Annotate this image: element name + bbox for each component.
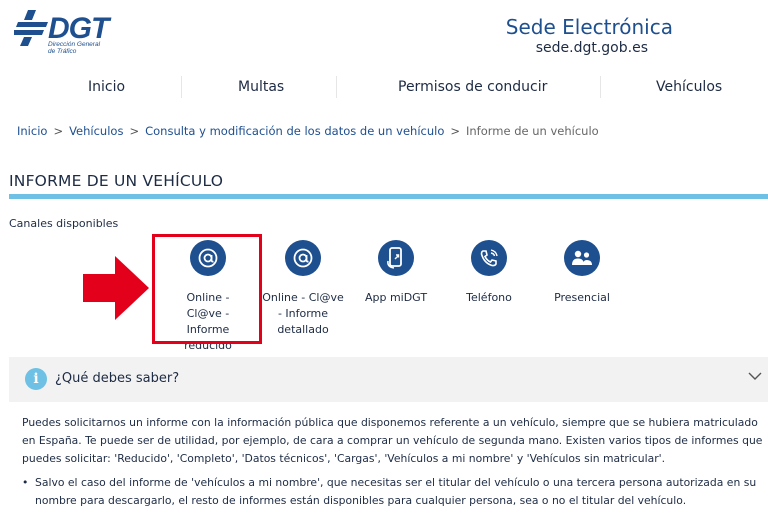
breadcrumb-current: Informe de un vehículo	[466, 124, 599, 138]
breadcrumb-consulta[interactable]: Consulta y modificación de los datos de …	[145, 124, 444, 138]
breadcrumb-separator: >	[450, 124, 460, 138]
channel-telefono[interactable]: Teléfono	[439, 240, 539, 306]
breadcrumb-inicio[interactable]: Inicio	[17, 124, 47, 138]
nav-item-vehiculos[interactable]: Vehículos	[656, 79, 722, 95]
phone-app-icon	[378, 240, 414, 276]
nav-divider	[181, 76, 182, 98]
dgt-logo-icon	[14, 10, 48, 46]
channel-app-midgt[interactable]: App miDGT	[346, 240, 446, 306]
info-icon: i	[25, 368, 47, 390]
intro-paragraph: Puedes solicitarnos un informe con la in…	[22, 416, 763, 465]
channel-presencial[interactable]: Presencial	[532, 240, 632, 306]
sede-title[interactable]: Sede Electrónica	[506, 15, 673, 39]
accordion-que-debes-saber[interactable]: i ¿Qué debes saber?	[9, 357, 768, 402]
people-icon	[564, 240, 600, 276]
breadcrumb-separator: >	[53, 124, 64, 138]
list-item: Salvo el caso del informe de 'vehículos …	[22, 474, 764, 510]
main-nav: Inicio Multas Permisos de conducir Vehíc…	[0, 74, 768, 102]
at-icon	[285, 240, 321, 276]
header: DGT Dirección General de Tráfico Sede El…	[0, 0, 768, 70]
channels-label: Canales disponibles	[9, 217, 119, 230]
nav-item-inicio[interactable]: Inicio	[88, 79, 125, 95]
nav-divider	[336, 76, 337, 98]
channel-label: Online - Cl@ve - Informe detallado	[262, 291, 344, 336]
logo-subtitle-line1: Dirección General	[48, 41, 101, 48]
accordion-title: ¿Qué debes saber?	[55, 371, 180, 386]
nav-item-multas[interactable]: Multas	[238, 79, 284, 95]
logo-subtitle-line2: de Tráfico	[48, 48, 77, 55]
chevron-down-icon[interactable]	[748, 371, 762, 381]
telephone-icon	[471, 240, 507, 276]
dgt-logo[interactable]	[14, 10, 48, 50]
page-title: INFORME DE UN VEHÍCULO	[9, 172, 224, 190]
breadcrumb-vehiculos[interactable]: Vehículos	[69, 124, 123, 138]
channel-online-clave-detallado[interactable]: Online - Cl@ve - Informe detallado	[253, 240, 353, 338]
breadcrumb-separator: >	[129, 124, 140, 138]
logo-subtitle: Dirección General de Tráfico	[48, 41, 100, 55]
channel-label: Teléfono	[466, 291, 512, 304]
info-list: Salvo el caso del informe de 'vehículos …	[22, 474, 764, 510]
channel-label: App miDGT	[364, 291, 428, 304]
sede-url[interactable]: sede.dgt.gob.es	[536, 40, 648, 56]
title-underline	[9, 194, 768, 199]
nav-item-permisos[interactable]: Permisos de conducir	[398, 79, 547, 95]
breadcrumb: Inicio > Vehículos > Consulta y modificación…	[17, 124, 599, 138]
highlight-box	[152, 234, 262, 344]
channel-label: Presencial	[554, 291, 610, 304]
red-arrow-icon	[83, 256, 149, 320]
nav-divider	[600, 76, 601, 98]
